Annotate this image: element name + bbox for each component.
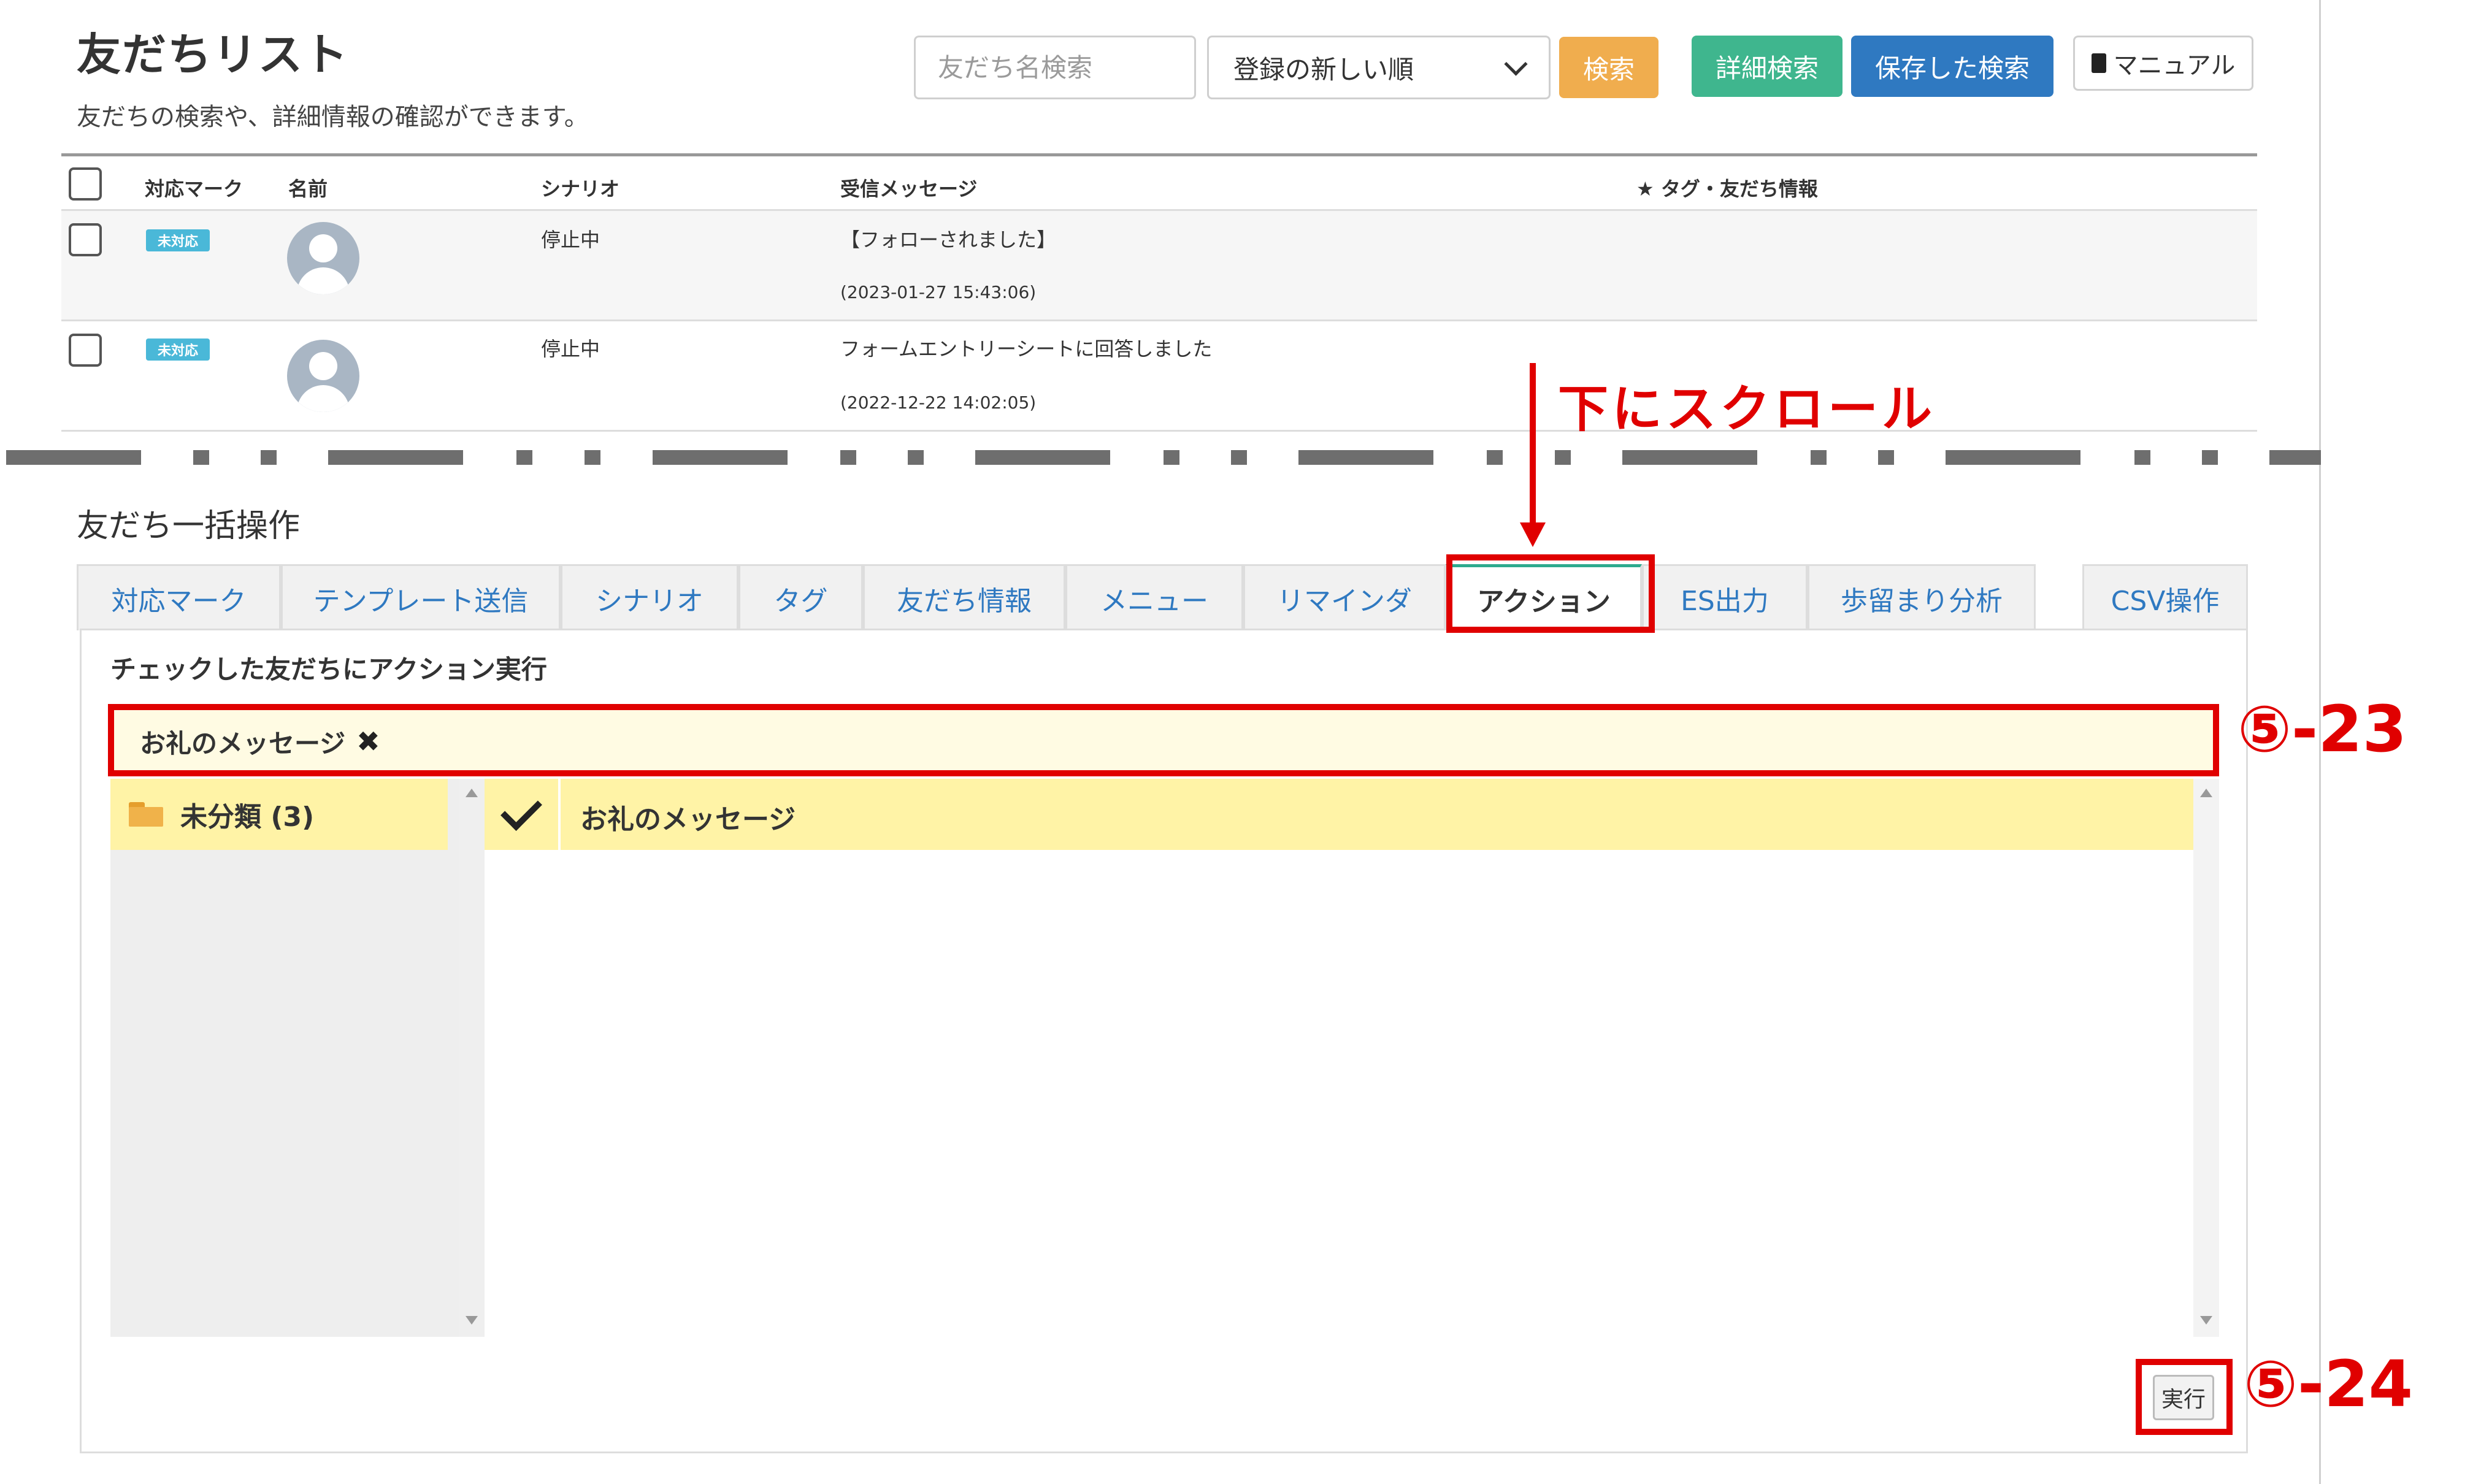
check-icon bbox=[500, 789, 542, 831]
separator-dot bbox=[840, 450, 856, 465]
search-button[interactable]: 検索 bbox=[1559, 37, 1658, 98]
friend-table-header: 対応マーク 名前 シナリオ 受信メッセージ ★ タグ・友だち情報 bbox=[61, 153, 2257, 211]
message-cell: フォームエントリーシートに回答しました bbox=[840, 337, 1213, 361]
separator-dot bbox=[1555, 450, 1571, 465]
column-header-name: 名前 bbox=[288, 177, 328, 201]
saved-search-button[interactable]: 保存した検索 bbox=[1851, 36, 2053, 97]
scroll-up-icon[interactable] bbox=[466, 789, 478, 797]
separator-dot bbox=[193, 450, 209, 465]
friend-name-search-input[interactable] bbox=[914, 36, 1196, 99]
status-badge[interactable]: 未対応 bbox=[146, 338, 210, 361]
annotation-label-23: ⑤-23 bbox=[2238, 692, 2407, 767]
selected-action-label: お礼のメッセージ bbox=[140, 728, 346, 759]
status-badge[interactable]: 未対応 bbox=[146, 229, 210, 251]
separator-dash bbox=[328, 450, 463, 465]
separator-dash bbox=[2269, 450, 2321, 465]
action-heading: チェックした友だちにアクション実行 bbox=[110, 654, 547, 684]
separator-dash bbox=[6, 450, 141, 465]
selected-action-bar: お礼のメッセージ ✖ bbox=[110, 710, 2215, 773]
column-header-tags: ★ タグ・友だち情報 bbox=[1636, 177, 1818, 201]
annotation-label-24: ⑤-24 bbox=[2244, 1347, 2413, 1421]
tab-tag[interactable]: タグ bbox=[738, 564, 863, 630]
folder-open-icon bbox=[129, 802, 163, 827]
tab-friend-info[interactable]: 友だち情報 bbox=[863, 564, 1065, 630]
scroll-down-icon[interactable] bbox=[466, 1316, 478, 1325]
separator-dot bbox=[261, 450, 277, 465]
category-list bbox=[110, 779, 485, 1337]
book-icon bbox=[2091, 53, 2106, 73]
separator-dot bbox=[908, 450, 924, 465]
sort-order-value: 登録の新しい順 bbox=[1233, 54, 1414, 85]
separator-dot bbox=[1231, 450, 1247, 465]
scroll-down-annotation: 下にスクロール bbox=[1558, 380, 1936, 438]
separator-dash bbox=[975, 450, 1110, 465]
chevron-down-icon bbox=[1504, 52, 1528, 76]
message-time: (2022-12-22 14:02:05) bbox=[840, 392, 1037, 413]
column-header-scenario: シナリオ bbox=[541, 177, 620, 201]
tab-es-output[interactable]: ES出力 bbox=[1642, 564, 1808, 630]
separator-dot bbox=[1811, 450, 1827, 465]
separator-dot bbox=[1164, 450, 1179, 465]
page-title: 友だちリスト bbox=[77, 29, 350, 80]
scroll-down-icon[interactable] bbox=[2200, 1316, 2212, 1325]
tab-scenario[interactable]: シナリオ bbox=[561, 564, 738, 630]
tab-mark[interactable]: 対応マーク bbox=[77, 564, 281, 630]
select-all-checkbox[interactable] bbox=[69, 167, 102, 201]
avatar[interactable] bbox=[287, 340, 359, 412]
tab-yield-analysis[interactable]: 歩留まり分析 bbox=[1808, 564, 2036, 630]
separator-dash bbox=[1298, 450, 1433, 465]
separator-dot bbox=[2202, 450, 2218, 465]
selected-check[interactable] bbox=[485, 779, 561, 850]
separator-dot bbox=[1487, 450, 1503, 465]
action-template-list bbox=[485, 779, 2215, 1337]
column-header-message: 受信メッセージ bbox=[840, 177, 978, 201]
separator-dot bbox=[516, 450, 532, 465]
tab-menu[interactable]: メニュー bbox=[1065, 564, 1243, 630]
tab-action[interactable]: アクション bbox=[1446, 564, 1642, 630]
bulk-operation-tabs: 対応マーク テンプレート送信 シナリオ タグ 友だち情報 メニュー リマインダ … bbox=[77, 564, 2248, 630]
page-subtitle: 友だちの検索や、詳細情報の確認ができます。 bbox=[77, 103, 589, 131]
bulk-operation-title: 友だち一括操作 bbox=[77, 508, 301, 545]
action-template-label: お礼のメッセージ bbox=[580, 804, 796, 835]
column-header-mark: 対応マーク bbox=[145, 177, 243, 201]
manual-button[interactable]: マニュアル bbox=[2073, 36, 2253, 91]
avatar[interactable] bbox=[287, 222, 359, 294]
separator-dot bbox=[585, 450, 600, 465]
row-checkbox[interactable] bbox=[69, 334, 102, 367]
template-scrollbar[interactable] bbox=[2193, 779, 2219, 1337]
category-label: 未分類 (3) bbox=[180, 801, 315, 833]
tab-template-send[interactable]: テンプレート送信 bbox=[281, 564, 561, 630]
tab-reminder[interactable]: リマインダ bbox=[1243, 564, 1446, 630]
table-row[interactable]: 未対応 停止中 【フォローされました】 (2023-01-27 15:43:06… bbox=[61, 211, 2257, 321]
scroll-up-icon[interactable] bbox=[2200, 789, 2212, 797]
sort-order-select[interactable]: 登録の新しい順 bbox=[1207, 36, 1551, 99]
separator-dash bbox=[1622, 450, 1757, 465]
action-template-item[interactable]: お礼のメッセージ bbox=[485, 779, 2193, 850]
separator-dot bbox=[2134, 450, 2150, 465]
detail-search-button[interactable]: 詳細検索 bbox=[1692, 36, 1843, 97]
arrow-down-icon bbox=[1520, 522, 1546, 547]
separator-dot bbox=[1878, 450, 1894, 465]
category-scrollbar[interactable] bbox=[459, 779, 485, 1337]
manual-button-label: マニュアル bbox=[2113, 52, 2236, 80]
separator-dash bbox=[653, 450, 788, 465]
row-checkbox[interactable] bbox=[69, 223, 102, 256]
execute-button[interactable]: 実行 bbox=[2153, 1375, 2214, 1420]
category-item-uncategorized[interactable]: 未分類 (3) bbox=[110, 779, 448, 850]
tab-csv[interactable]: CSV操作 bbox=[2082, 564, 2248, 630]
scenario-cell: 停止中 bbox=[541, 337, 600, 361]
separator-dash bbox=[1946, 450, 2080, 465]
scroll-arrow-line bbox=[1530, 363, 1536, 526]
scenario-cell: 停止中 bbox=[541, 228, 600, 251]
message-time: (2023-01-27 15:43:06) bbox=[840, 282, 1037, 302]
remove-x-icon[interactable]: ✖ bbox=[356, 725, 380, 758]
message-cell: 【フォローされました】 bbox=[840, 228, 1057, 251]
